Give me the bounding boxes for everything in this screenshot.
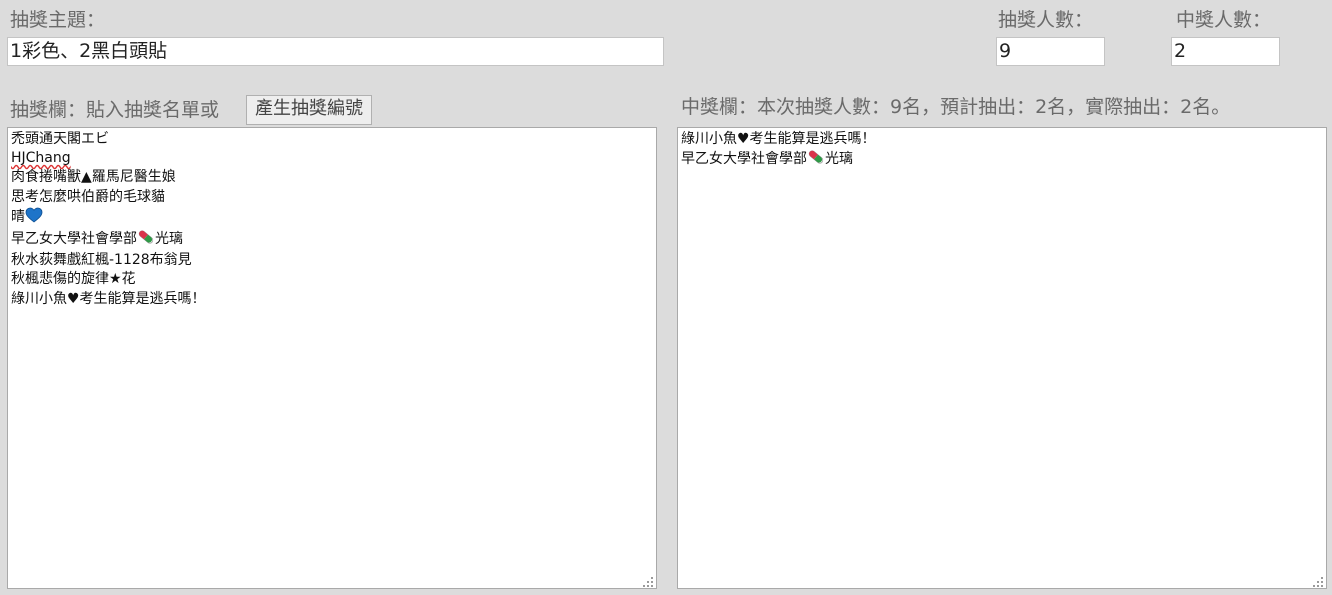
entry-text: 晴 (11, 208, 25, 225)
entry-line: 秋楓悲傷的旋律★花 (11, 271, 136, 288)
entry-line: HJChang (11, 149, 653, 168)
winners-count-label: 中獎人數： (1176, 9, 1272, 31)
winner-text-suffix: 光璃 (825, 151, 853, 168)
resize-grip-icon[interactable] (1313, 575, 1324, 587)
entry-text: 早乙女大學社會學部 (11, 231, 137, 248)
topic-label: 抽獎主題： (10, 9, 106, 31)
entry-line: 肉食捲嘴獸▲羅馬尼醫生娘 (11, 169, 176, 186)
entry-line: 早乙女大學社會學部 光璃 (11, 229, 653, 251)
entry-line: 禿頭通天閣エビ (11, 131, 109, 147)
winner-line: 綠川小魚♥考生能算是逃兵嗎！ (681, 131, 876, 147)
participants-count-label: 抽獎人數： (998, 9, 1094, 31)
entry-text-suffix: 光璃 (155, 231, 183, 248)
winner-line: 早乙女大學社會學部 光璃 (681, 149, 1323, 171)
entry-line: 思考怎麼哄伯爵的毛球貓 (11, 188, 165, 205)
winner-panel-label: 中獎欄：本次抽獎人數：9名，預計抽出：2名，實際抽出：2名。 (681, 96, 1231, 118)
entry-line: 晴 (11, 207, 653, 229)
winners-count-input[interactable]: 2 (1171, 37, 1280, 66)
winner-list-textarea[interactable]: 綠川小魚♥考生能算是逃兵嗎！ 早乙女大學社會學部 光璃 (677, 127, 1327, 589)
pill-icon (137, 229, 155, 251)
entry-text: HJChang (11, 150, 71, 167)
entry-line: 秋水荻舞戲紅楓-1128布翁見 (11, 252, 192, 269)
entry-line: 綠川小魚♥考生能算是逃兵嗎！ (11, 290, 206, 307)
resize-grip-icon[interactable] (643, 575, 654, 587)
entry-panel-label: 抽獎欄：貼入抽獎名單或 (10, 99, 220, 121)
participants-count-input[interactable]: 9 (996, 37, 1105, 66)
pill-icon (807, 149, 825, 171)
winner-text: 早乙女大學社會學部 (681, 151, 807, 168)
entry-list-textarea[interactable]: 禿頭通天閣エビ HJChang 肉食捲嘴獸▲羅馬尼醫生娘 思考怎麼哄伯爵的毛球貓… (7, 127, 657, 589)
generate-numbers-button[interactable]: 產生抽獎編號 (246, 95, 372, 125)
topic-input[interactable]: 1彩色、2黑白頭貼 (7, 37, 664, 66)
blue-heart-icon (25, 207, 43, 229)
